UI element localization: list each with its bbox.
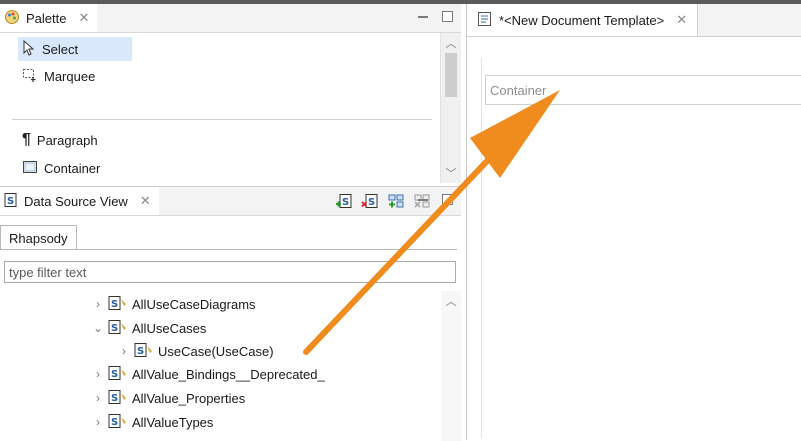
palette-item-paragraph[interactable]: ¶ Paragraph: [18, 128, 104, 152]
document-editor: *<New Document Template> ✕ Container: [466, 4, 801, 440]
data-source-title: Data Source View: [24, 193, 128, 209]
close-icon[interactable]: ✕: [78, 10, 89, 26]
maximize-icon[interactable]: [442, 194, 453, 205]
tree-item[interactable]: › S AllUseCaseDiagrams: [92, 293, 256, 315]
scroll-thumb[interactable]: [445, 53, 457, 97]
close-icon[interactable]: ✕: [676, 12, 687, 28]
svg-text:S: S: [111, 393, 118, 404]
add-dataset-icon[interactable]: [387, 193, 405, 209]
svg-text:S: S: [137, 346, 144, 357]
chevron-right-icon[interactable]: ›: [92, 415, 104, 429]
svg-text:S: S: [342, 197, 349, 208]
palette-separator: [12, 119, 432, 120]
tab-label: Rhapsody: [9, 230, 68, 246]
chevron-down-icon[interactable]: ⌄: [92, 321, 104, 335]
chevron-up-icon[interactable]: ︿: [441, 293, 461, 309]
tree-item-label: AllUseCaseDiagrams: [132, 296, 256, 312]
palette-item-select[interactable]: Select: [18, 37, 132, 61]
pilcrow-icon: ¶: [22, 131, 31, 148]
container-element[interactable]: Container: [485, 75, 801, 105]
data-source-node-icon: S: [108, 319, 128, 338]
editor-tab-title: *<New Document Template>: [499, 12, 665, 28]
tree-item[interactable]: › S UseCase(UseCase): [118, 340, 274, 362]
palette-view-controls: [418, 11, 453, 22]
palette-tab[interactable]: Palette ✕: [0, 4, 98, 32]
data-source-scrollbar[interactable]: ︿: [441, 291, 461, 441]
palette-item-label: Select: [42, 41, 79, 57]
tab-underline: [0, 249, 457, 250]
svg-text:S: S: [111, 299, 118, 310]
marquee-icon: [22, 67, 38, 86]
palette-item-container[interactable]: Container: [18, 156, 106, 180]
tree-item-label: AllUseCases: [132, 320, 207, 336]
maximize-icon[interactable]: [442, 11, 453, 22]
palette-item-label: Marquee: [44, 68, 96, 84]
data-source-view-controls: [418, 194, 453, 205]
svg-text:S: S: [111, 417, 118, 428]
palette-item-label: Container: [44, 160, 101, 176]
editor-margin-line: [481, 58, 482, 438]
svg-text:S: S: [7, 196, 14, 207]
data-source-tree: › S AllUseCaseDiagrams ⌄ S AllUseCases ›…: [0, 291, 440, 441]
tree-item-label: AllValueTypes: [132, 414, 214, 430]
tab-rhapsody[interactable]: Rhapsody: [0, 225, 77, 250]
tree-item-label: AllValue_Bindings__Deprecated_: [132, 366, 325, 382]
minimize-icon[interactable]: [418, 199, 428, 201]
data-source-icon: S: [4, 192, 18, 211]
tree-item[interactable]: › S AllValue_Bindings__Deprecated_: [92, 363, 325, 385]
filter-input[interactable]: type filter text: [4, 261, 456, 283]
palette-item-marquee[interactable]: Marquee: [18, 64, 101, 88]
data-source-tab[interactable]: S Data Source View ✕: [0, 187, 159, 215]
palette-icon: [4, 9, 20, 28]
cursor-icon: [22, 39, 36, 59]
data-source-view: S Data Source View ✕ S S Rhapsody type f…: [0, 186, 461, 441]
chevron-down-icon[interactable]: ﹀: [441, 165, 461, 181]
editor-tab[interactable]: *<New Document Template> ✕: [467, 4, 699, 36]
chevron-right-icon[interactable]: ›: [92, 297, 104, 311]
data-source-toolbar: S S: [335, 193, 431, 209]
chevron-right-icon[interactable]: ›: [92, 367, 104, 381]
container-label: Container: [490, 82, 547, 98]
data-source-node-icon: S: [134, 342, 154, 361]
palette-title: Palette: [26, 10, 67, 26]
palette-scrollbar[interactable]: ︿ ﹀: [440, 33, 461, 183]
palette-item-label: Paragraph: [36, 132, 98, 148]
close-icon[interactable]: ✕: [140, 193, 151, 209]
chevron-right-icon[interactable]: ›: [118, 344, 130, 358]
palette-list: Select Marquee ¶ Paragraph Container: [0, 33, 440, 183]
palette-view: Palette ✕ Select Marquee ¶ Paragraph Con…: [0, 4, 461, 184]
tree-item[interactable]: › S AllValueTypes: [92, 411, 213, 433]
chevron-up-icon[interactable]: ︿: [441, 35, 461, 51]
remove-data-source-icon[interactable]: S: [361, 193, 379, 209]
data-source-node-icon: S: [108, 389, 128, 408]
svg-text:S: S: [111, 323, 118, 334]
filter-placeholder: type filter text: [9, 264, 87, 280]
tree-item[interactable]: ⌄ S AllUseCases: [92, 317, 206, 339]
add-data-source-icon[interactable]: S: [335, 193, 353, 209]
data-source-node-icon: S: [108, 365, 128, 384]
minimize-icon[interactable]: [418, 16, 428, 18]
tree-item-label: UseCase(UseCase): [158, 343, 274, 359]
tree-item-label: AllValue_Properties: [132, 390, 246, 406]
svg-text:S: S: [368, 197, 375, 208]
document-template-icon: [477, 11, 493, 30]
data-source-node-icon: S: [108, 295, 128, 314]
data-source-node-icon: S: [108, 413, 128, 432]
container-icon: [22, 159, 38, 178]
svg-text:S: S: [111, 369, 118, 380]
tree-item[interactable]: › S AllValue_Properties: [92, 387, 245, 409]
chevron-right-icon[interactable]: ›: [92, 391, 104, 405]
